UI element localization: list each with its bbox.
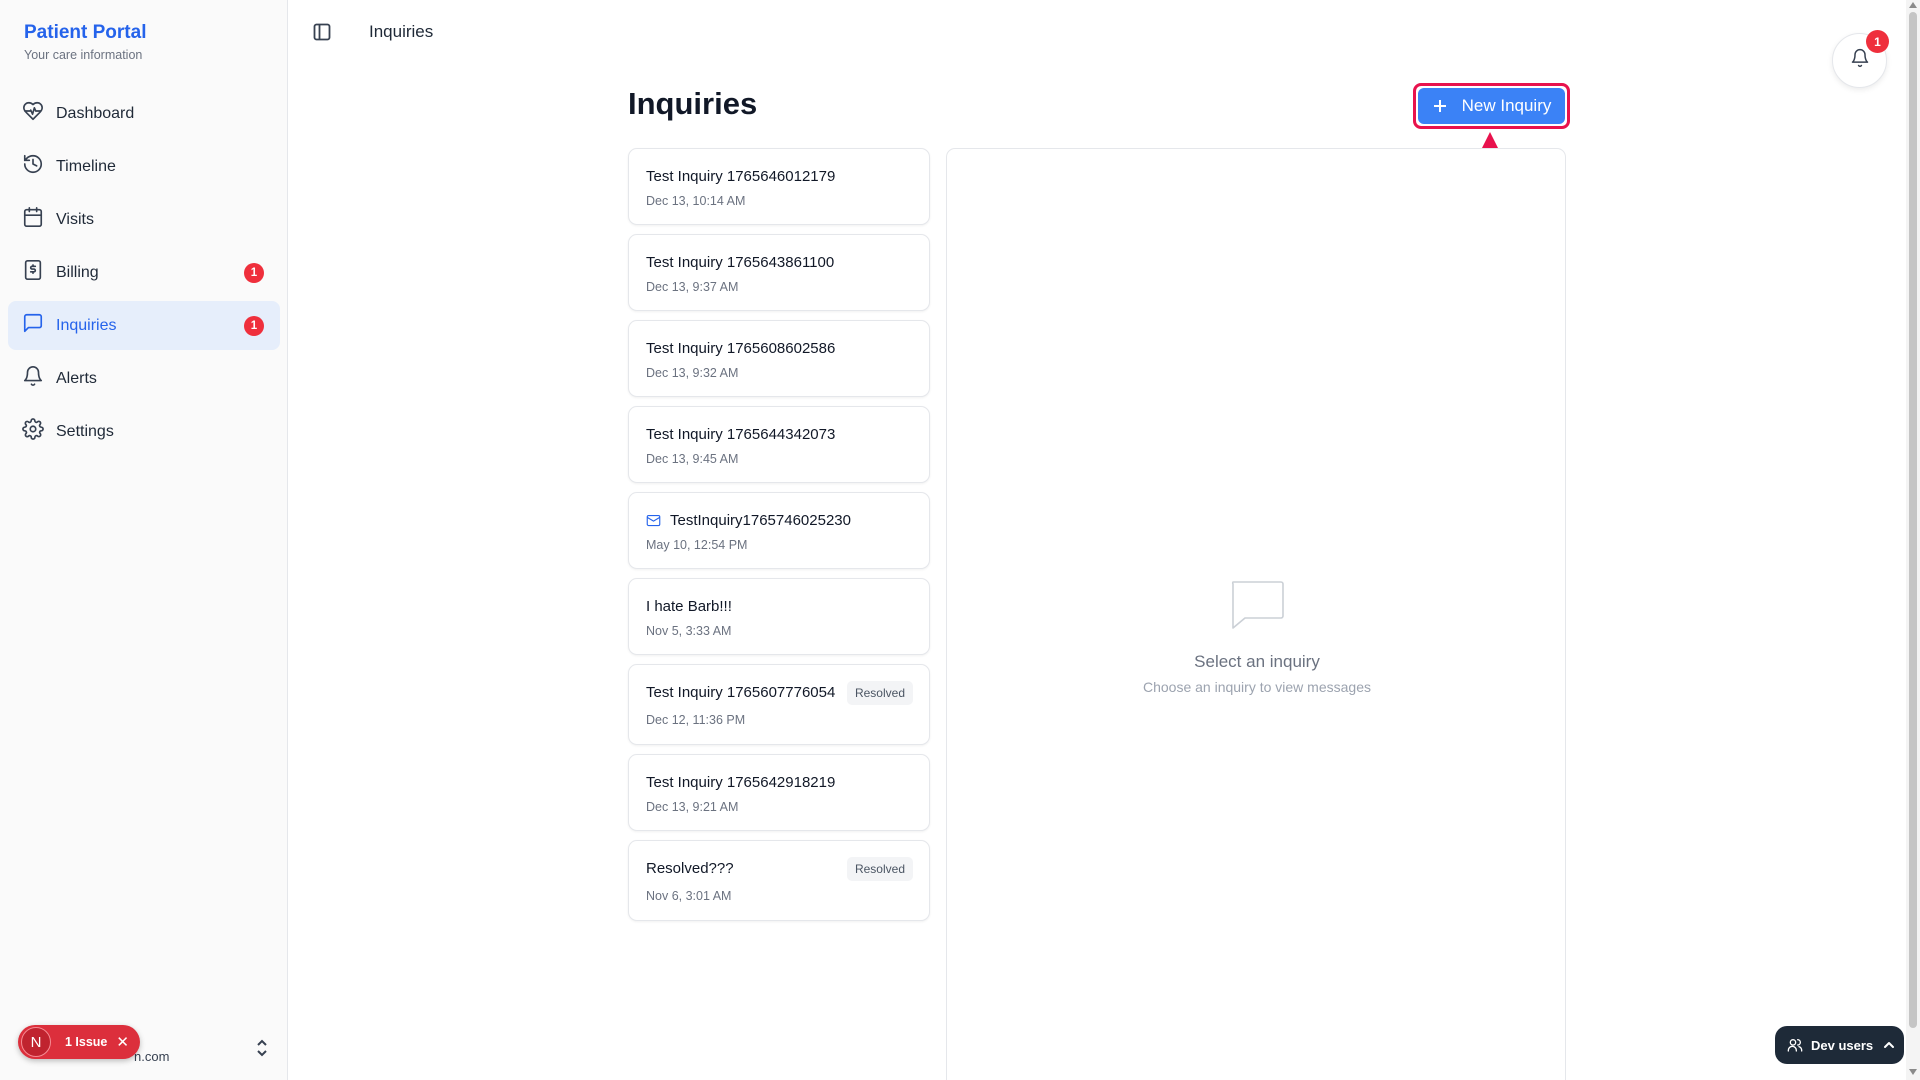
inquiries-badge: 1: [244, 316, 264, 336]
message-square-icon: [1225, 572, 1289, 636]
inquiry-date: May 10, 12:54 PM: [646, 538, 748, 552]
sidebar-toggle-icon[interactable]: [313, 23, 331, 41]
bell-icon: [22, 365, 44, 392]
breadcrumb: Inquiries: [369, 22, 434, 41]
message-square-icon: [22, 312, 44, 339]
inquiry-title: Test Inquiry 1765642918219: [646, 774, 836, 791]
inquiry-title: Test Inquiry 1765608602586: [646, 340, 836, 357]
inquiry-list: Test Inquiry 1765646012179 Dec 13, 10:14…: [628, 148, 930, 930]
empty-state-title: Select an inquiry: [1194, 652, 1320, 671]
sidebar-nav: Dashboard Timeline Visits Billing 1 Inqu…: [8, 89, 280, 460]
inquiry-title: TestInquiry1765746025230: [670, 512, 851, 529]
inquiry-date: Nov 6, 3:01 AM: [646, 889, 732, 903]
brand: Patient Portal Your care information: [24, 22, 146, 62]
inquiry-card[interactable]: Test Inquiry 1765608602586 Dec 13, 9:32 …: [628, 320, 930, 397]
sidebar-item-label: Dashboard: [56, 104, 135, 122]
inquiry-card[interactable]: Test Inquiry 1765646012179 Dec 13, 10:14…: [628, 148, 930, 225]
sidebar: Patient Portal Your care information Das…: [0, 0, 288, 1080]
inquiry-date: Dec 13, 9:32 AM: [646, 366, 739, 380]
sidebar-item-label: Billing: [56, 263, 99, 281]
sidebar-item-label: Alerts: [56, 369, 97, 387]
dollar-receipt-icon: [22, 259, 44, 286]
notification-badge: 1: [1866, 30, 1889, 53]
calendar-icon: [22, 206, 44, 233]
inquiry-card[interactable]: Test Inquiry 1765642918219 Dec 13, 9:21 …: [628, 754, 930, 831]
sidebar-item-billing[interactable]: Billing 1: [8, 248, 280, 297]
inquiry-card[interactable]: Test Inquiry 1765607776054 Resolved Dec …: [628, 664, 930, 745]
status-badge: Resolved: [846, 681, 913, 705]
inquiry-title-row: TestInquiry1765746025230: [646, 512, 851, 529]
inquiry-title: Test Inquiry 1765646012179: [646, 168, 836, 185]
new-inquiry-button[interactable]: New Inquiry: [1418, 88, 1565, 124]
inquiry-date: Dec 12, 11:36 PM: [646, 713, 746, 727]
inquiry-title: Resolved???: [646, 860, 734, 877]
page-title: Inquiries: [628, 86, 758, 121]
sidebar-item-visits[interactable]: Visits: [8, 195, 280, 244]
dev-users-button[interactable]: Dev users: [1775, 1026, 1904, 1064]
inquiry-title: Test Inquiry 1765607776054: [646, 684, 836, 701]
history-icon: [22, 153, 44, 180]
inquiry-title: Test Inquiry 1765644342073: [646, 426, 836, 443]
brand-title: Patient Portal: [24, 22, 147, 43]
issue-indicator[interactable]: N 1 Issue ✕: [18, 1025, 140, 1059]
sidebar-item-label: Timeline: [56, 157, 116, 175]
inquiry-card[interactable]: Test Inquiry 1765644342073 Dec 13, 9:45 …: [628, 406, 930, 483]
plus-icon: [1433, 100, 1446, 112]
status-badge: Resolved: [846, 857, 913, 881]
inquiry-date: Dec 13, 10:14 AM: [646, 194, 746, 208]
issue-count-label: 1 Issue: [65, 1035, 108, 1049]
inquiry-card[interactable]: Resolved??? Resolved Nov 6, 3:01 AM: [628, 840, 930, 921]
close-icon[interactable]: ✕: [116, 1033, 129, 1051]
user-email: n.com: [134, 1049, 170, 1064]
billing-badge: 1: [244, 263, 264, 283]
sidebar-item-settings[interactable]: Settings: [8, 407, 280, 456]
sidebar-item-label: Settings: [56, 422, 114, 440]
scroll-up-arrow-icon[interactable]: [1909, 2, 1917, 8]
user-menu-chevron-icon[interactable]: [254, 1038, 270, 1058]
inquiry-date: Nov 5, 3:33 AM: [646, 624, 732, 638]
inquiry-card[interactable]: I hate Barb!!! Nov 5, 3:33 AM: [628, 578, 930, 655]
scrollbar[interactable]: [1906, 0, 1920, 1080]
bell-icon: [1850, 48, 1870, 73]
inquiry-card[interactable]: TestInquiry1765746025230 May 10, 12:54 P…: [628, 492, 930, 569]
new-inquiry-label: New Inquiry: [1461, 96, 1552, 115]
heart-pulse-icon: [22, 100, 44, 127]
sidebar-item-inquiries[interactable]: Inquiries 1: [8, 301, 280, 350]
inquiry-date: Dec 13, 9:37 AM: [646, 280, 739, 294]
mail-icon: [646, 514, 661, 527]
issue-avatar: N: [21, 1027, 51, 1057]
sidebar-item-label: Visits: [56, 210, 94, 228]
sidebar-item-dashboard[interactable]: Dashboard: [8, 89, 280, 138]
chevron-up-icon: [1883, 1039, 1895, 1051]
inquiry-card[interactable]: Test Inquiry 1765643861100 Dec 13, 9:37 …: [628, 234, 930, 311]
inquiry-title: Test Inquiry 1765643861100: [646, 254, 835, 271]
inquiry-title: I hate Barb!!!: [646, 598, 732, 615]
inquiry-date: Dec 13, 9:45 AM: [646, 452, 739, 466]
dev-users-label: Dev users: [1811, 1037, 1874, 1053]
users-icon: [1787, 1037, 1803, 1053]
scroll-down-arrow-icon[interactable]: [1909, 1069, 1917, 1075]
inquiry-detail-panel: Select an inquiry Choose an inquiry to v…: [946, 148, 1566, 1080]
sidebar-item-timeline[interactable]: Timeline: [8, 142, 280, 191]
sidebar-item-alerts[interactable]: Alerts: [8, 354, 280, 403]
gear-icon: [22, 418, 44, 445]
sidebar-item-label: Inquiries: [56, 316, 117, 334]
scrollbar-thumb[interactable]: [1909, 12, 1917, 1028]
empty-state-subtitle: Choose an inquiry to view messages: [1142, 679, 1371, 695]
brand-subtitle: Your care information: [24, 48, 143, 62]
inquiry-date: Dec 13, 9:21 AM: [646, 800, 739, 814]
